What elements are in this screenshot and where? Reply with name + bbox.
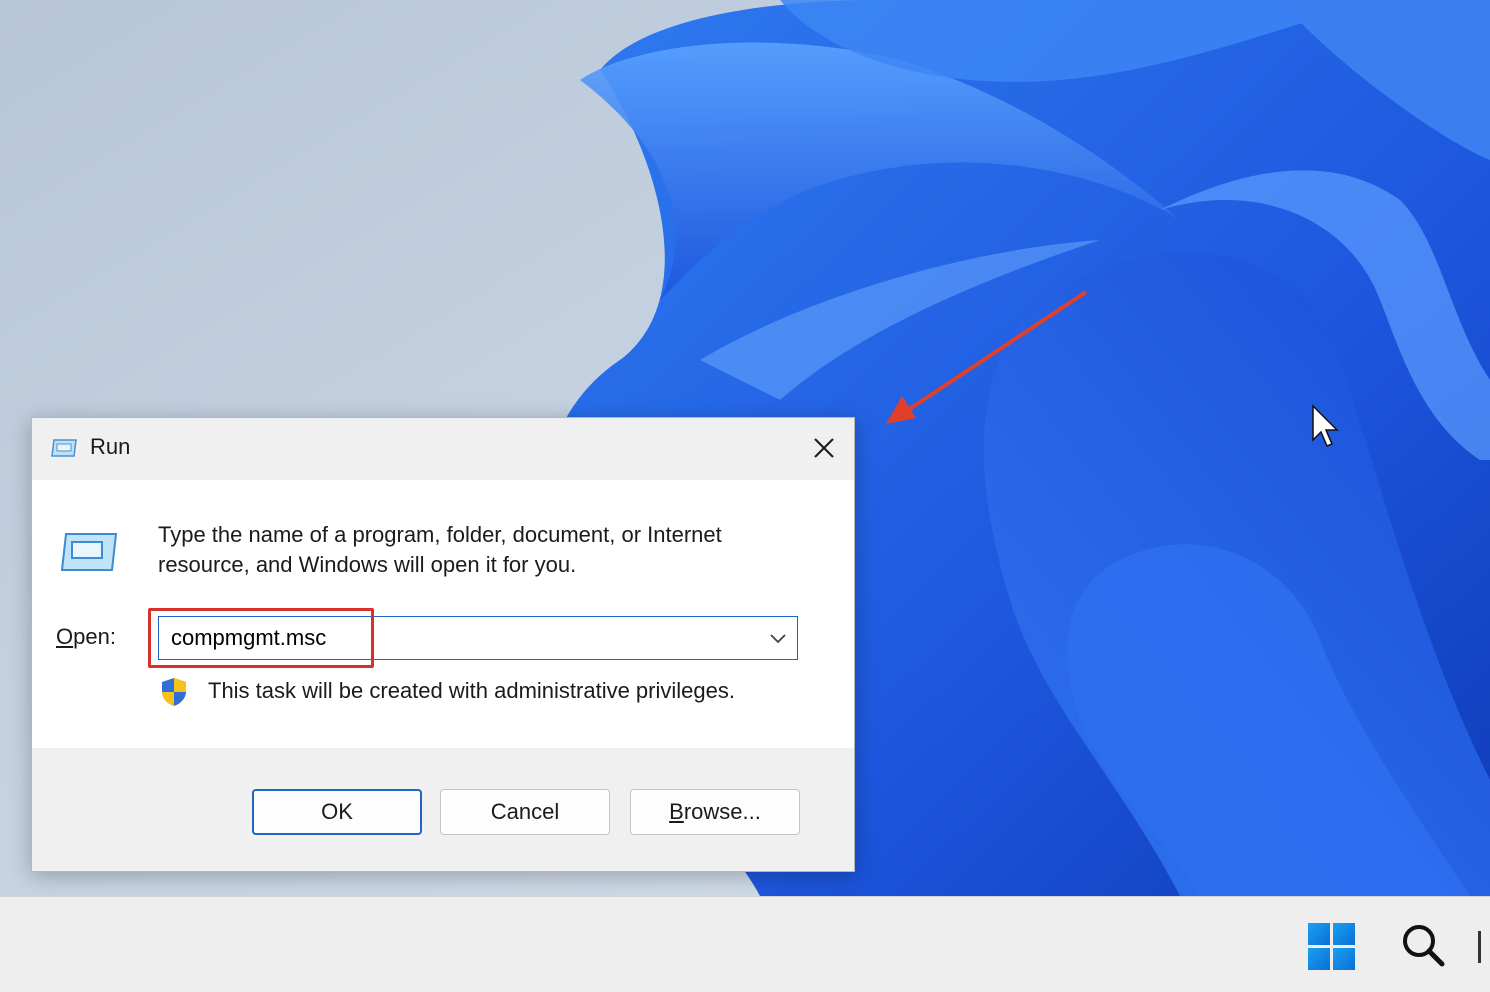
chevron-down-icon — [770, 634, 786, 644]
run-dialog: Run Type the name of a program, folder, … — [31, 417, 855, 872]
open-label: Open: — [56, 624, 116, 650]
open-label-accelerator: O — [56, 624, 74, 649]
dialog-title: Run — [90, 434, 131, 459]
run-icon — [50, 438, 78, 462]
start-button[interactable] — [1306, 923, 1358, 971]
browse-accelerator: B — [669, 799, 684, 824]
search-icon — [1403, 925, 1445, 967]
admin-privileges-note: This task will be created with administr… — [208, 678, 735, 703]
dropdown-button[interactable] — [767, 627, 789, 649]
browse-button[interactable]: Browse... — [630, 789, 800, 835]
close-icon — [814, 438, 834, 458]
annotation-highlight-box — [148, 608, 374, 668]
taskbar-item[interactable] — [1478, 931, 1490, 963]
close-button[interactable] — [794, 418, 854, 478]
dialog-content: Type the name of a program, folder, docu… — [32, 480, 854, 748]
taskbar — [0, 896, 1490, 992]
windows-logo-icon — [1308, 923, 1355, 970]
ok-button[interactable]: OK — [252, 789, 422, 835]
open-label-text: pen: — [73, 624, 116, 649]
uac-shield-icon — [158, 676, 190, 712]
browse-label: rowse... — [683, 799, 761, 824]
run-icon — [58, 530, 120, 578]
dialog-description: Type the name of a program, folder, docu… — [158, 522, 722, 577]
cancel-button[interactable]: Cancel — [440, 789, 610, 835]
search-button[interactable] — [1398, 921, 1448, 969]
dialog-titlebar[interactable]: Run — [32, 418, 854, 480]
